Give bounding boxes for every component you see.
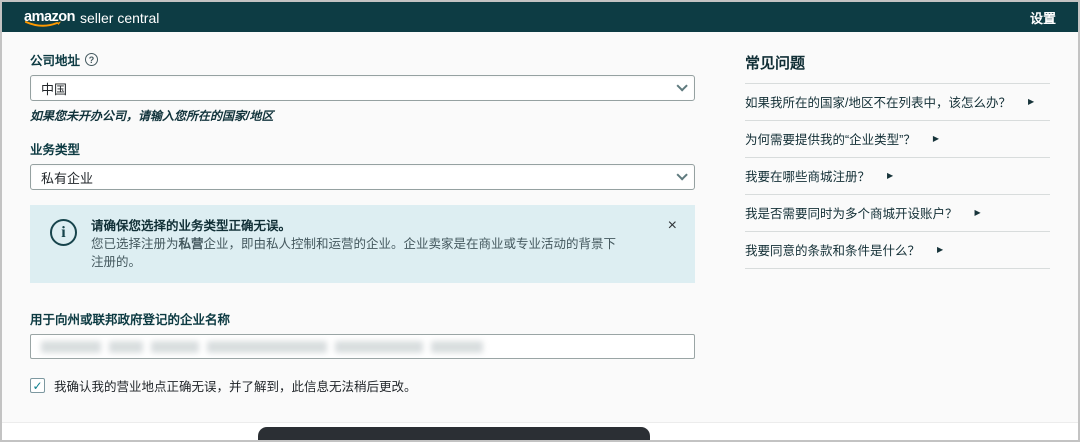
settings-link[interactable]: 设置 <box>1030 8 1056 27</box>
help-icon[interactable]: ? <box>85 53 98 66</box>
faq-item-country-not-listed[interactable]: 如果我所在的国家/地区不在列表中，该怎么办？ ▶ <box>745 84 1050 121</box>
chevron-down-icon <box>676 169 687 180</box>
notice-body-prefix: 您已选择注册为 <box>91 237 179 251</box>
page: amazon seller central 设置 公司地址 ? 中国 如果您未开… <box>0 0 1080 442</box>
seller-central-text: seller central <box>80 10 159 26</box>
faq-title: 常见问题 <box>745 50 1050 84</box>
business-name-input[interactable] <box>30 334 695 359</box>
business-type-label: 业务类型 <box>30 139 80 158</box>
confirm-location-label: 我确认我的营业地点正确无误，并了解到，此信息无法稍后更改。 <box>54 376 417 395</box>
faq-question-text: 我要同意的条款和条件是什么？ <box>745 240 920 259</box>
business-type-select[interactable]: 私有企业 <box>30 164 695 190</box>
business-type-label-row: 业务类型 <box>30 139 695 158</box>
amazon-wordmark: amazon <box>24 9 75 25</box>
confirm-location-row: ✓ 我确认我的营业地点正确无误，并了解到，此信息无法稍后更改。 <box>30 376 695 395</box>
notice-title: 请确保您选择的业务类型正确无误。 <box>91 217 624 235</box>
company-address-value: 中国 <box>41 79 67 98</box>
company-address-hint: 如果您未开办公司，请输入您所在的国家/地区 <box>30 107 695 124</box>
faq-question-text: 如果我所在的国家/地区不在列表中，该怎么办？ <box>745 92 1011 111</box>
faq-panel: 常见问题 如果我所在的国家/地区不在列表中，该怎么办？ ▶ 为何需要提供我的“企… <box>745 50 1050 442</box>
confirm-location-checkbox[interactable]: ✓ <box>30 378 45 393</box>
faq-question-text: 为何需要提供我的“企业类型”？ <box>745 129 916 148</box>
amazon-smile-icon <box>25 21 63 29</box>
expand-arrow-icon: ▶ <box>937 245 943 254</box>
business-name-label: 用于向州或联邦政府登记的企业名称 <box>30 309 230 328</box>
faq-item-why-business-type[interactable]: 为何需要提供我的“企业类型”？ ▶ <box>745 121 1050 158</box>
expand-arrow-icon: ▶ <box>933 134 939 143</box>
amazon-seller-central-logo[interactable]: amazon seller central <box>24 9 159 26</box>
company-address-select[interactable]: 中国 <box>30 75 695 101</box>
company-address-label-row: 公司地址 ? <box>30 50 695 69</box>
faq-item-which-marketplaces[interactable]: 我要在哪些商城注册？ ▶ <box>745 158 1050 195</box>
redacted-value-blur <box>41 341 483 353</box>
business-type-notice: i 请确保您选择的业务类型正确无误。 您已选择注册为私营企业，即由私人控制和运营… <box>30 205 695 283</box>
faq-question-text: 我要在哪些商城注册？ <box>745 166 870 185</box>
company-address-label: 公司地址 <box>30 50 80 69</box>
close-icon[interactable]: × <box>664 217 681 235</box>
info-icon: i <box>50 219 77 246</box>
faq-item-terms-conditions[interactable]: 我要同意的条款和条件是什么？ ▶ <box>745 232 1050 269</box>
business-name-label-row: 用于向州或联邦政府登记的企业名称 <box>30 309 695 328</box>
bottom-sheet-handle <box>258 427 650 440</box>
faq-question-text: 我是否需要同时为多个商城开设账户？ <box>745 203 958 222</box>
main-content: 公司地址 ? 中国 如果您未开办公司，请输入您所在的国家/地区 业务类型 私有企… <box>2 32 1078 442</box>
top-navbar: amazon seller central 设置 <box>2 2 1078 32</box>
chevron-down-icon <box>676 80 687 91</box>
expand-arrow-icon: ▶ <box>975 208 981 217</box>
expand-arrow-icon: ▶ <box>1028 97 1034 106</box>
business-type-value: 私有企业 <box>41 168 93 187</box>
notice-text: 请确保您选择的业务类型正确无误。 您已选择注册为私营企业，即由私人控制和运营的企… <box>91 217 650 271</box>
expand-arrow-icon: ▶ <box>887 171 893 180</box>
notice-body: 您已选择注册为私营企业，即由私人控制和运营的企业。企业卖家是在商业或专业活动的背… <box>91 235 624 271</box>
notice-body-bold: 私营 <box>179 237 204 251</box>
faq-item-multiple-marketplaces[interactable]: 我是否需要同时为多个商城开设账户？ ▶ <box>745 195 1050 232</box>
registration-form: 公司地址 ? 中国 如果您未开办公司，请输入您所在的国家/地区 业务类型 私有企… <box>30 50 695 442</box>
